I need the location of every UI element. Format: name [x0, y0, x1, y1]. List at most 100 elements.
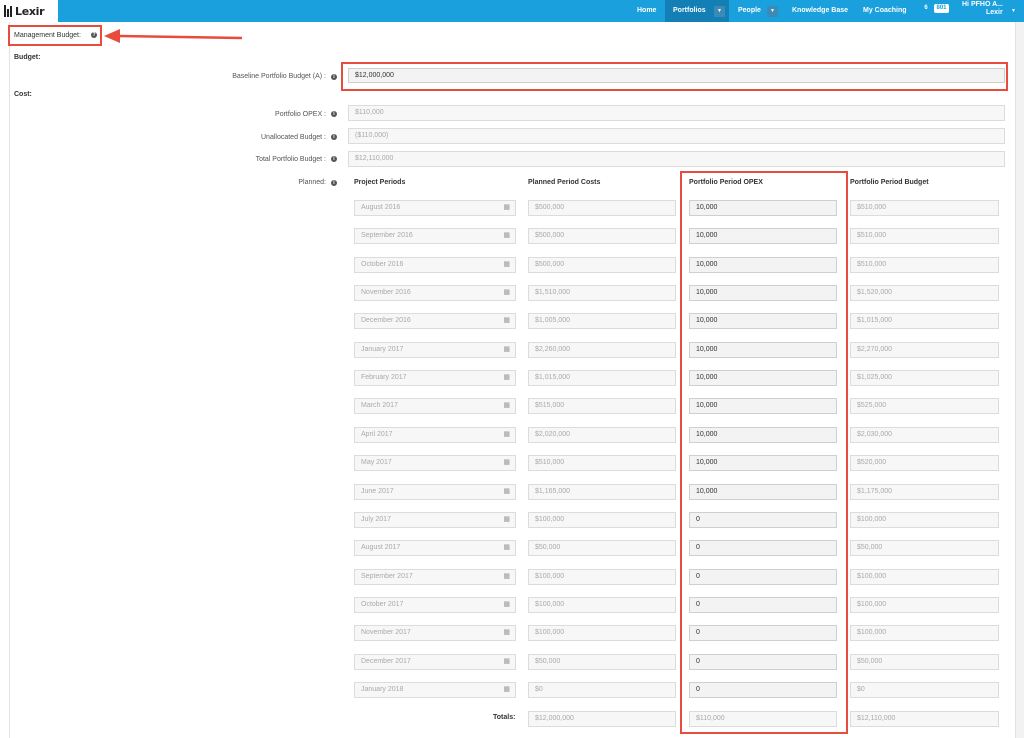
planned-cost-field-text: $100,000 — [535, 629, 565, 636]
period-date-input[interactable]: October 2017 ▦ — [354, 597, 516, 613]
period-budget-field: $1,025,000 — [850, 370, 999, 386]
nav-portfolios[interactable]: Portfolios — [673, 0, 706, 22]
info-icon[interactable]: i — [331, 134, 337, 140]
baseline-budget-input[interactable]: $12,000,000 — [348, 68, 1005, 83]
opex-input[interactable]: 10,000 — [689, 285, 837, 301]
opex-input[interactable]: 0 — [689, 540, 837, 556]
calendar-icon[interactable]: ▦ — [503, 598, 510, 612]
opex-input[interactable]: 10,000 — [689, 200, 837, 216]
period-date-input[interactable]: June 2017 ▦ — [354, 484, 516, 500]
period-date-input[interactable]: November 2016 ▦ — [354, 285, 516, 301]
calendar-icon[interactable]: ▦ — [503, 456, 510, 470]
period-date-input-text: January 2018 — [361, 686, 404, 693]
nav-my-coaching[interactable]: My Coaching — [863, 0, 907, 22]
opex-input[interactable]: 10,000 — [689, 484, 837, 500]
logo[interactable]: Lexir — [0, 0, 58, 22]
info-icon[interactable]: i — [331, 180, 337, 186]
notification-badge-count[interactable]: 6 — [919, 4, 933, 13]
calendar-icon[interactable]: ▦ — [503, 314, 510, 328]
unallocated-budget-label: Unallocated Budget : — [261, 134, 326, 141]
period-date-input[interactable]: August 2017 ▦ — [354, 540, 516, 556]
user-name[interactable]: Lexir — [986, 9, 1003, 16]
calendar-icon[interactable]: ▦ — [503, 485, 510, 499]
calendar-icon[interactable]: ▦ — [503, 570, 510, 584]
opex-input[interactable]: 0 — [689, 682, 837, 698]
period-date-input[interactable]: July 2017 ▦ — [354, 512, 516, 528]
planned-cost-field: $500,000 — [528, 200, 676, 216]
period-date-input[interactable]: March 2017 ▦ — [354, 398, 516, 414]
period-date-input-text: July 2017 — [361, 516, 391, 523]
calendar-icon[interactable]: ▦ — [503, 626, 510, 640]
calendar-icon[interactable]: ▦ — [503, 428, 510, 442]
nav-knowledge-base[interactable]: Knowledge Base — [792, 0, 848, 22]
planned-cost-field-text: $1,005,000 — [535, 317, 571, 324]
period-date-input[interactable]: January 2018 ▦ — [354, 682, 516, 698]
period-date-input[interactable]: February 2017 ▦ — [354, 370, 516, 386]
user-greeting[interactable]: Hi PFHO A... — [962, 1, 1003, 8]
opex-input[interactable]: 10,000 — [689, 313, 837, 329]
opex-input[interactable]: 10,000 — [689, 398, 837, 414]
calendar-icon[interactable]: ▦ — [503, 201, 510, 215]
opex-input[interactable]: 0 — [689, 512, 837, 528]
opex-input-text: 10,000 — [696, 261, 718, 268]
help-icon[interactable]: ? — [91, 32, 97, 38]
opex-input-text: 0 — [696, 516, 700, 523]
period-date-input[interactable]: September 2016 ▦ — [354, 228, 516, 244]
period-date-input[interactable]: April 2017 ▦ — [354, 427, 516, 443]
opex-input[interactable]: 10,000 — [689, 427, 837, 443]
nav-home[interactable]: Home — [637, 0, 656, 22]
planned-cost-field-text: $515,000 — [535, 402, 565, 409]
planned-cost-field: $2,020,000 — [528, 427, 676, 443]
calendar-icon[interactable]: ▦ — [503, 258, 510, 272]
totals-cost: $12,000,000 — [528, 711, 676, 727]
calendar-icon[interactable]: ▦ — [503, 399, 510, 413]
calendar-icon[interactable]: ▦ — [503, 343, 510, 357]
people-dropdown-icon[interactable]: ▼ — [767, 6, 778, 17]
calendar-icon[interactable]: ▦ — [503, 286, 510, 300]
planned-cost-field-text: $1,015,000 — [535, 374, 571, 381]
period-date-input[interactable]: January 2017 ▦ — [354, 342, 516, 358]
opex-input[interactable]: 10,000 — [689, 342, 837, 358]
opex-input-text: 10,000 — [696, 289, 718, 296]
opex-input[interactable]: 0 — [689, 569, 837, 585]
period-date-input[interactable]: October 2016 ▦ — [354, 257, 516, 273]
user-dropdown-icon[interactable]: ▼ — [1008, 6, 1019, 17]
period-date-input[interactable]: December 2016 ▦ — [354, 313, 516, 329]
unallocated-budget-field: ($110,000) — [348, 128, 1005, 144]
col-portfolio-period-budget: Portfolio Period Budget — [850, 179, 929, 186]
calendar-icon[interactable]: ▦ — [503, 541, 510, 555]
period-date-input-text: November 2017 — [361, 629, 411, 636]
opex-input[interactable]: 10,000 — [689, 257, 837, 273]
period-date-input[interactable]: August 2016 ▦ — [354, 200, 516, 216]
opex-input[interactable]: 0 — [689, 625, 837, 641]
opex-input[interactable]: 10,000 — [689, 455, 837, 471]
info-icon[interactable]: i — [331, 111, 337, 117]
period-budget-field-text: $510,000 — [857, 232, 887, 239]
calendar-icon[interactable]: ▦ — [503, 371, 510, 385]
period-date-input[interactable]: November 2017 ▦ — [354, 625, 516, 641]
opex-input[interactable]: 0 — [689, 654, 837, 670]
info-icon[interactable]: i — [331, 156, 337, 162]
portfolios-dropdown-icon[interactable]: ▼ — [714, 6, 725, 17]
period-budget-field-text: $510,000 — [857, 204, 887, 211]
calendar-icon[interactable]: ▦ — [503, 655, 510, 669]
period-budget-field: $510,000 — [850, 257, 999, 273]
period-date-input[interactable]: May 2017 ▦ — [354, 455, 516, 471]
planned-cost-field-text: $1,510,000 — [535, 289, 571, 296]
planned-cost-field-text: $100,000 — [535, 516, 565, 523]
info-icon[interactable]: i — [331, 74, 337, 80]
nav-people[interactable]: People — [738, 0, 761, 22]
opex-input[interactable]: 10,000 — [689, 228, 837, 244]
calendar-icon[interactable]: ▦ — [503, 513, 510, 527]
period-date-input[interactable]: December 2017 ▦ — [354, 654, 516, 670]
calendar-icon[interactable]: ▦ — [503, 683, 510, 697]
planned-cost-field: $1,015,000 — [528, 370, 676, 386]
period-budget-field-text: $50,000 — [857, 544, 883, 551]
opex-input[interactable]: 10,000 — [689, 370, 837, 386]
calendar-icon[interactable]: ▦ — [503, 229, 510, 243]
period-budget-field: $1,520,000 — [850, 285, 999, 301]
opex-input[interactable]: 0 — [689, 597, 837, 613]
period-budget-field-text: $100,000 — [857, 601, 887, 608]
period-date-input[interactable]: September 2017 ▦ — [354, 569, 516, 585]
points-badge[interactable]: 801 — [934, 4, 949, 13]
